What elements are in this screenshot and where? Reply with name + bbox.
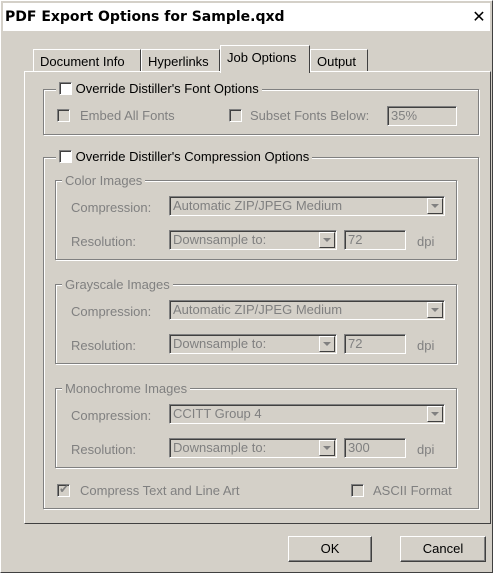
grayscale-dpi-input[interactable]: 72 (344, 334, 406, 354)
embed-all-fonts-checkbox[interactable] (57, 109, 70, 122)
tab-label: Output (317, 54, 357, 69)
tab-output[interactable]: Output (310, 49, 368, 71)
override-font-options-label: Override Distiller's Font Options (75, 81, 259, 96)
grayscale-compression-label: Compression: (71, 304, 152, 319)
subset-fonts-label: Subset Fonts Below: (250, 108, 370, 123)
tab-hyperlinks[interactable]: Hyperlinks (141, 49, 220, 71)
subset-fonts-input[interactable]: 35% (387, 106, 457, 126)
ascii-format-label: ASCII Format (373, 483, 452, 498)
tab-label: Document Info (40, 54, 125, 69)
color-compression-select[interactable]: Automatic ZIP/JPEG Medium (169, 196, 445, 216)
cancel-button[interactable]: Cancel (400, 536, 486, 562)
monochrome-compression-label: Compression: (71, 408, 152, 423)
title-bar: PDF Export Options for Sample.qxd ✕ (3, 3, 490, 31)
compress-text-checkbox[interactable]: ✔ (57, 482, 70, 497)
chevron-down-icon[interactable] (427, 198, 443, 214)
grayscale-compression-value: Automatic ZIP/JPEG Medium (173, 302, 343, 317)
compression-options-legend: Override Distiller's Compression Options (56, 149, 313, 164)
window-title: PDF Export Options for Sample.qxd (5, 9, 285, 25)
chevron-down-icon[interactable] (427, 406, 443, 422)
monochrome-dpi-value: 300 (348, 440, 370, 455)
ascii-format-checkbox[interactable] (351, 484, 364, 497)
subset-fonts-checkbox[interactable] (229, 109, 242, 122)
monochrome-compression-select[interactable]: CCITT Group 4 (169, 404, 445, 424)
chevron-down-icon[interactable] (319, 440, 335, 456)
color-images-legend: Color Images (62, 173, 146, 188)
override-compression-options-checkbox[interactable] (59, 150, 72, 163)
monochrome-resolution-select[interactable]: Downsample to: (169, 438, 337, 458)
color-dpi-value: 72 (348, 232, 363, 247)
color-dpi-input[interactable]: 72 (344, 230, 406, 250)
tab-document-info[interactable]: Document Info (33, 49, 141, 71)
color-resolution-value: Downsample to: (173, 232, 267, 247)
monochrome-compression-value: CCITT Group 4 (173, 406, 262, 421)
grayscale-resolution-label: Resolution: (71, 338, 137, 353)
monochrome-images-legend: Monochrome Images (62, 381, 191, 396)
override-compression-options-label: Override Distiller's Compression Options (75, 149, 310, 164)
color-compression-label: Compression: (71, 200, 152, 215)
checkmark-icon: ✔ (59, 482, 70, 496)
monochrome-resolution-value: Downsample to: (173, 440, 267, 455)
chevron-down-icon[interactable] (319, 336, 335, 352)
grayscale-dpi-value: 72 (348, 336, 363, 351)
grayscale-resolution-select[interactable]: Downsample to: (169, 334, 337, 354)
grayscale-dpi-unit: dpi (417, 338, 435, 353)
grayscale-resolution-value: Downsample to: (173, 336, 267, 351)
chevron-down-icon[interactable] (427, 302, 443, 318)
color-compression-value: Automatic ZIP/JPEG Medium (173, 198, 343, 213)
grayscale-images-legend: Grayscale Images (62, 277, 173, 292)
compress-text-label: Compress Text and Line Art (80, 483, 240, 498)
font-options-legend: Override Distiller's Font Options (56, 81, 262, 96)
monochrome-dpi-input[interactable]: 300 (344, 438, 406, 458)
override-font-options-checkbox[interactable] (59, 82, 72, 95)
embed-all-fonts-label: Embed All Fonts (80, 108, 175, 123)
tab-job-options[interactable]: Job Options (220, 45, 310, 73)
color-resolution-select[interactable]: Downsample to: (169, 230, 337, 250)
monochrome-resolution-label: Resolution: (71, 442, 137, 457)
pdf-export-options-dialog: PDF Export Options for Sample.qxd ✕ Docu… (0, 0, 493, 573)
color-resolution-label: Resolution: (71, 234, 137, 249)
grayscale-compression-select[interactable]: Automatic ZIP/JPEG Medium (169, 300, 445, 320)
ok-button[interactable]: OK (288, 536, 372, 562)
monochrome-dpi-unit: dpi (417, 442, 435, 457)
close-icon[interactable]: ✕ (469, 8, 489, 26)
color-dpi-unit: dpi (417, 234, 435, 249)
chevron-down-icon[interactable] (319, 232, 335, 248)
tab-label: Hyperlinks (148, 54, 209, 69)
tab-label: Job Options (227, 50, 297, 65)
subset-fonts-value: 35% (391, 108, 418, 123)
